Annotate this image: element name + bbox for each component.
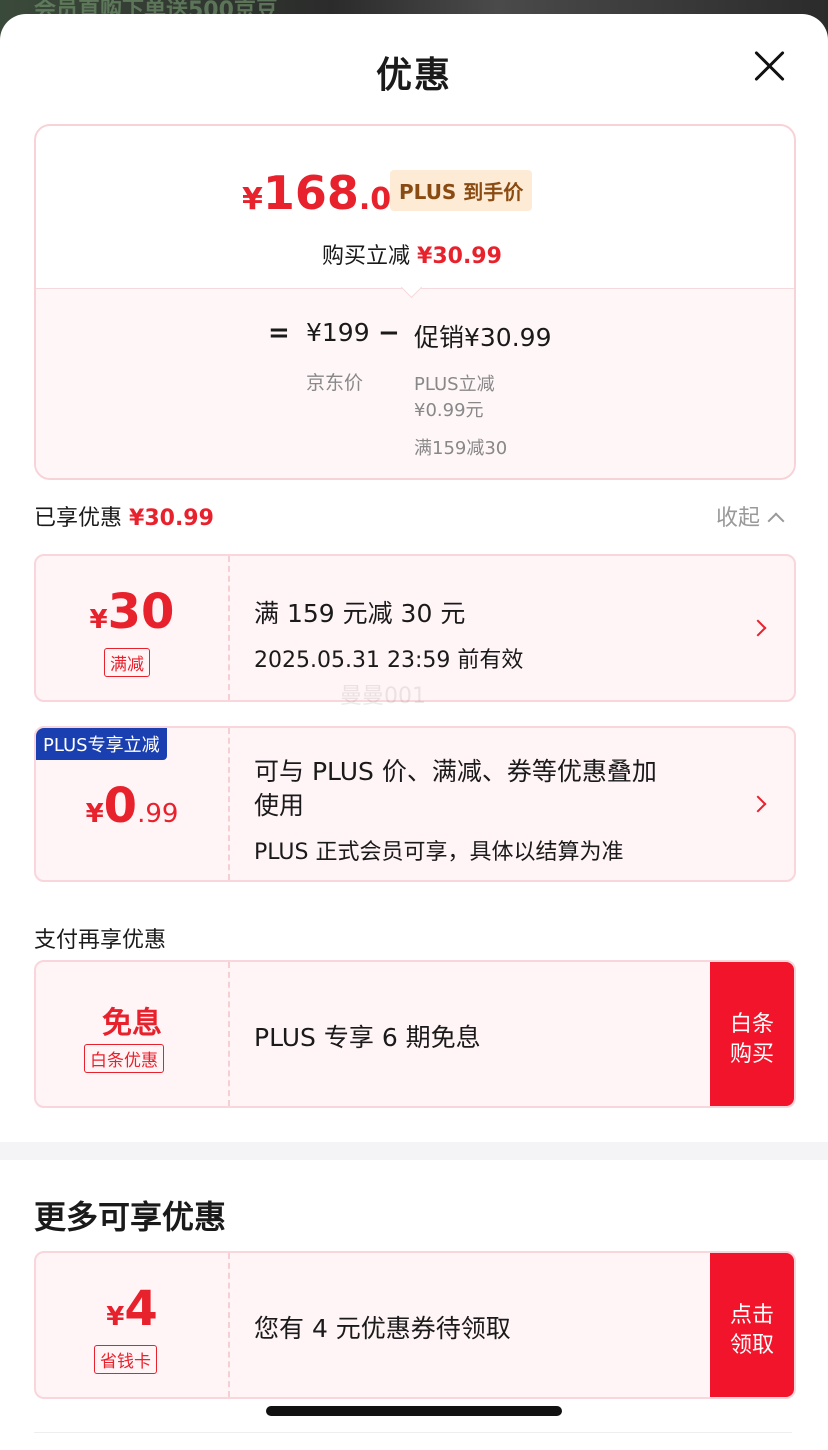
coupon-card-plus[interactable]: PLUS专享立减 ¥0.99 可与 PLUS 价、满减、券等优惠叠加 使用 PL… (34, 726, 796, 882)
section-separator (0, 1142, 828, 1160)
coupon-amount: ¥4 (36, 1281, 228, 1337)
button-line2: 领取 (729, 1333, 774, 1358)
coupon-currency: ¥ (85, 799, 104, 829)
coupon-card-baitiao: 免息 白条优惠 PLUS 专享 6 期免息 白条 购买 (34, 960, 796, 1108)
coupon-amount: ¥0.99 (36, 778, 228, 834)
coupon-type-tag: 白条优惠 (84, 1044, 164, 1073)
coupon-title-line2: 使用 (254, 791, 305, 820)
coupon-value: 30 (107, 584, 175, 640)
chevron-right-icon (749, 795, 767, 813)
full-reduce-label: 满159减30 (414, 438, 508, 459)
enjoyed-amount: ¥30.99 (129, 506, 214, 531)
jd-price: ¥199 (306, 318, 370, 347)
chevron-up-icon (767, 512, 785, 530)
claim-button[interactable]: 点击 领取 (710, 1253, 794, 1397)
jd-price-label: 京东价 (306, 372, 364, 394)
coupon-value-area: ¥30 满减 (36, 556, 228, 700)
plus-reduce-amount: ¥0.99元 (414, 400, 484, 421)
coupon-title-line1: 可与 PLUS 价、满减、券等优惠叠加 (254, 757, 657, 786)
baitiao-buy-button[interactable]: 白条 购买 (710, 962, 794, 1106)
button-line1: 点击 (729, 1303, 774, 1328)
enjoyed-label: 已享优惠 (34, 506, 123, 531)
coupon-amount: ¥30 (36, 584, 228, 640)
coupon-type-tag: 省钱卡 (94, 1345, 157, 1374)
reduce-amount: ¥30.99 (417, 244, 502, 269)
coupon-type-tag: 满减 (104, 648, 150, 677)
coupon-card-saving: ¥4 省钱卡 您有 4 元优惠券待领取 点击 领取 (34, 1251, 796, 1399)
dashed-divider (228, 556, 230, 700)
bottom-divider (34, 1432, 792, 1433)
dashed-divider (228, 728, 230, 880)
price-summary-box: ¥168.01 PLUS 到手价 购买立减 ¥30.99 = ¥199 − 促销… (34, 124, 796, 480)
final-price-int: 168 (262, 166, 359, 220)
equals-sign: = (268, 318, 290, 348)
promo-amount: 促销¥30.99 (414, 323, 552, 352)
dashed-divider (228, 962, 230, 1106)
coupon-currency: ¥ (89, 605, 108, 635)
minus-sign: − (378, 318, 400, 348)
coupon-value-area: 免息 白条优惠 (36, 962, 228, 1106)
coupon-value-area: ¥4 省钱卡 (36, 1253, 228, 1397)
discount-sheet: 优惠 ¥168.01 PLUS 到手价 购买立减 ¥30.99 = ¥199 −… (0, 14, 828, 1450)
plus-reduce-label: PLUS立减 (414, 374, 495, 395)
enjoyed-discount: 已享优惠 ¥30.99 (34, 500, 214, 532)
coupon-title: 满 159 元减 30 元 (254, 599, 466, 628)
sheet-title: 优惠 (375, 55, 452, 96)
coupon-validity: 2025.05.31 23:59 前有效 (254, 648, 524, 673)
final-price-currency: ¥ (242, 182, 263, 217)
dashed-divider (228, 1253, 230, 1397)
more-discounts-title: 更多可享优惠 (34, 1198, 227, 1236)
coupon-value-dec: .99 (137, 799, 179, 829)
coupon-value: 4 (124, 1281, 158, 1337)
home-indicator (266, 1406, 562, 1416)
coupon-value-area: ¥0.99 (36, 728, 228, 880)
button-line2: 购买 (729, 1042, 774, 1067)
coupon-note: PLUS 正式会员可享，具体以结算为准 (254, 840, 624, 865)
pay-section-label: 支付再享优惠 (34, 928, 167, 953)
collapse-button[interactable]: 收起 (716, 500, 785, 532)
watermark: 曼曼001 (340, 684, 426, 709)
purchase-reduce: 购买立减 ¥30.99 (322, 238, 502, 270)
final-price: ¥168.01 (242, 166, 412, 220)
coupon-value-int: 0 (103, 778, 138, 834)
coupon-title: 您有 4 元优惠券待领取 (254, 1314, 511, 1343)
reduce-label: 购买立减 (322, 244, 411, 269)
coupon-value: 免息 (102, 1006, 162, 1041)
plus-price-tag: PLUS 到手价 (390, 170, 533, 211)
coupon-title: PLUS 专享 6 期免息 (254, 1023, 481, 1052)
close-icon[interactable] (752, 48, 788, 84)
collapse-label: 收起 (716, 506, 761, 531)
coupon-currency: ¥ (106, 1302, 125, 1332)
chevron-right-icon (749, 619, 767, 637)
button-line1: 白条 (729, 1012, 774, 1037)
